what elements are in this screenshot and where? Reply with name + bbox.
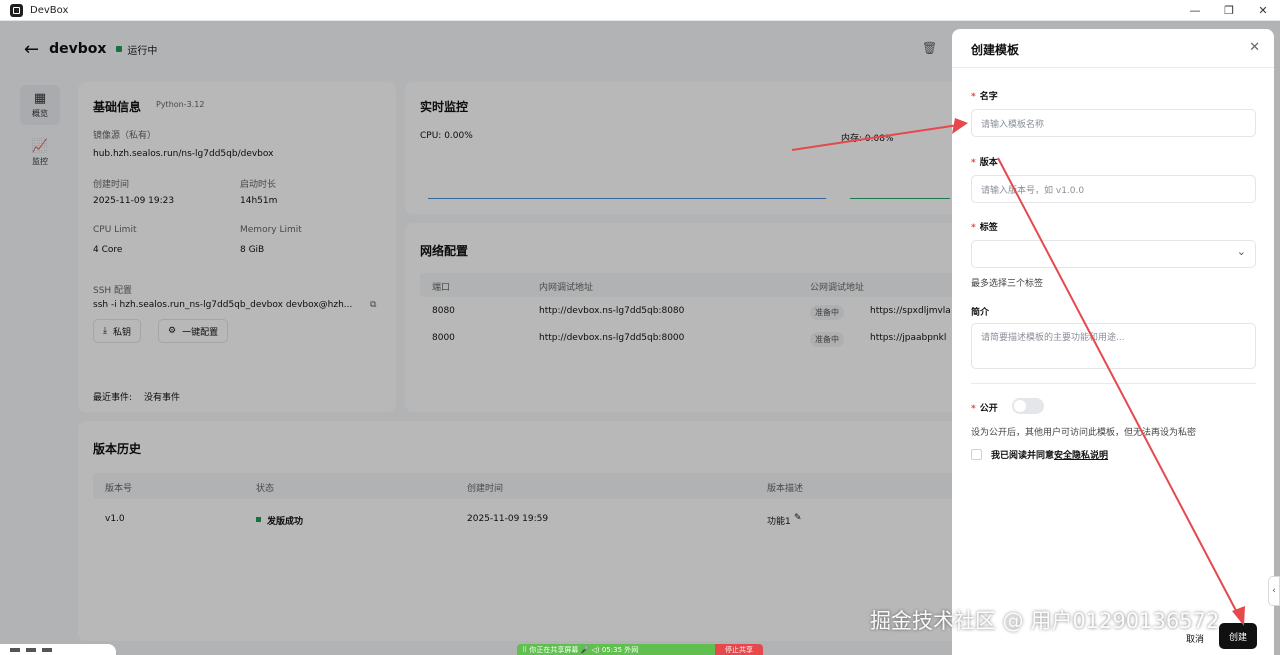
public-toggle[interactable]: [1012, 398, 1044, 414]
version-input[interactable]: 请输入版本号，如 v1.0.0: [971, 175, 1256, 203]
tags-hint: 最多选择三个标签: [971, 279, 1044, 289]
intro-label: 简介: [971, 308, 990, 318]
app-logo-icon: [10, 3, 23, 17]
public-hint: 设为公开后，其他用户可访问此模板，但无法再设为私密: [971, 428, 1197, 438]
create-button[interactable]: 创建: [1219, 623, 1257, 649]
taskbar-icon[interactable]: [26, 647, 36, 652]
template-name-input[interactable]: 请输入模板名称: [971, 109, 1256, 137]
intro-textarea[interactable]: 请简要描述模板的主要功能和用途...: [971, 323, 1256, 369]
taskbar-icon[interactable]: [10, 647, 20, 652]
agree-checkbox[interactable]: [971, 449, 982, 460]
taskbar: [0, 644, 116, 655]
chevron-down-icon: ⌄: [1236, 244, 1246, 258]
version-label: * 版本: [971, 158, 998, 168]
agree-text: 我已阅读并同意安全隐私说明: [991, 451, 1109, 461]
close-window-button[interactable]: ✕: [1246, 0, 1280, 21]
close-icon[interactable]: ✕: [1249, 40, 1260, 55]
screen-share-bar: ⠿ 你正在共享屏幕 🎤 ◁) 05:35 外网 停止共享: [517, 644, 763, 655]
collapse-handle-icon[interactable]: ‹: [1268, 576, 1280, 606]
create-template-drawer: 创建模板 ✕ * 名字 请输入模板名称 * 版本 请输入版本号，如 v1.0.0 *…: [952, 29, 1274, 655]
tags-select[interactable]: ⌄: [971, 240, 1256, 268]
drawer-header: 创建模板 ✕: [952, 29, 1274, 68]
window-title: DevBox: [30, 4, 69, 16]
tags-label: * 标签: [971, 223, 998, 233]
watermark: 掘金技术社区 @ 用户01290136572: [870, 609, 1220, 633]
minimize-button[interactable]: —: [1178, 0, 1212, 21]
maximize-button[interactable]: ❐: [1212, 0, 1246, 21]
share-status: ⠿ 你正在共享屏幕 🎤 ◁) 05:35 外网: [522, 645, 639, 654]
taskbar-icon[interactable]: [42, 647, 52, 652]
stop-share-button[interactable]: 停止共享: [715, 644, 763, 655]
public-label: * 公开: [971, 404, 998, 414]
privacy-link[interactable]: 安全隐私说明: [1054, 451, 1108, 461]
drawer-title: 创建模板: [971, 43, 1020, 57]
window-titlebar: DevBox — ❐ ✕: [0, 0, 1280, 21]
name-label: * 名字: [971, 92, 998, 102]
divider: [971, 383, 1256, 384]
